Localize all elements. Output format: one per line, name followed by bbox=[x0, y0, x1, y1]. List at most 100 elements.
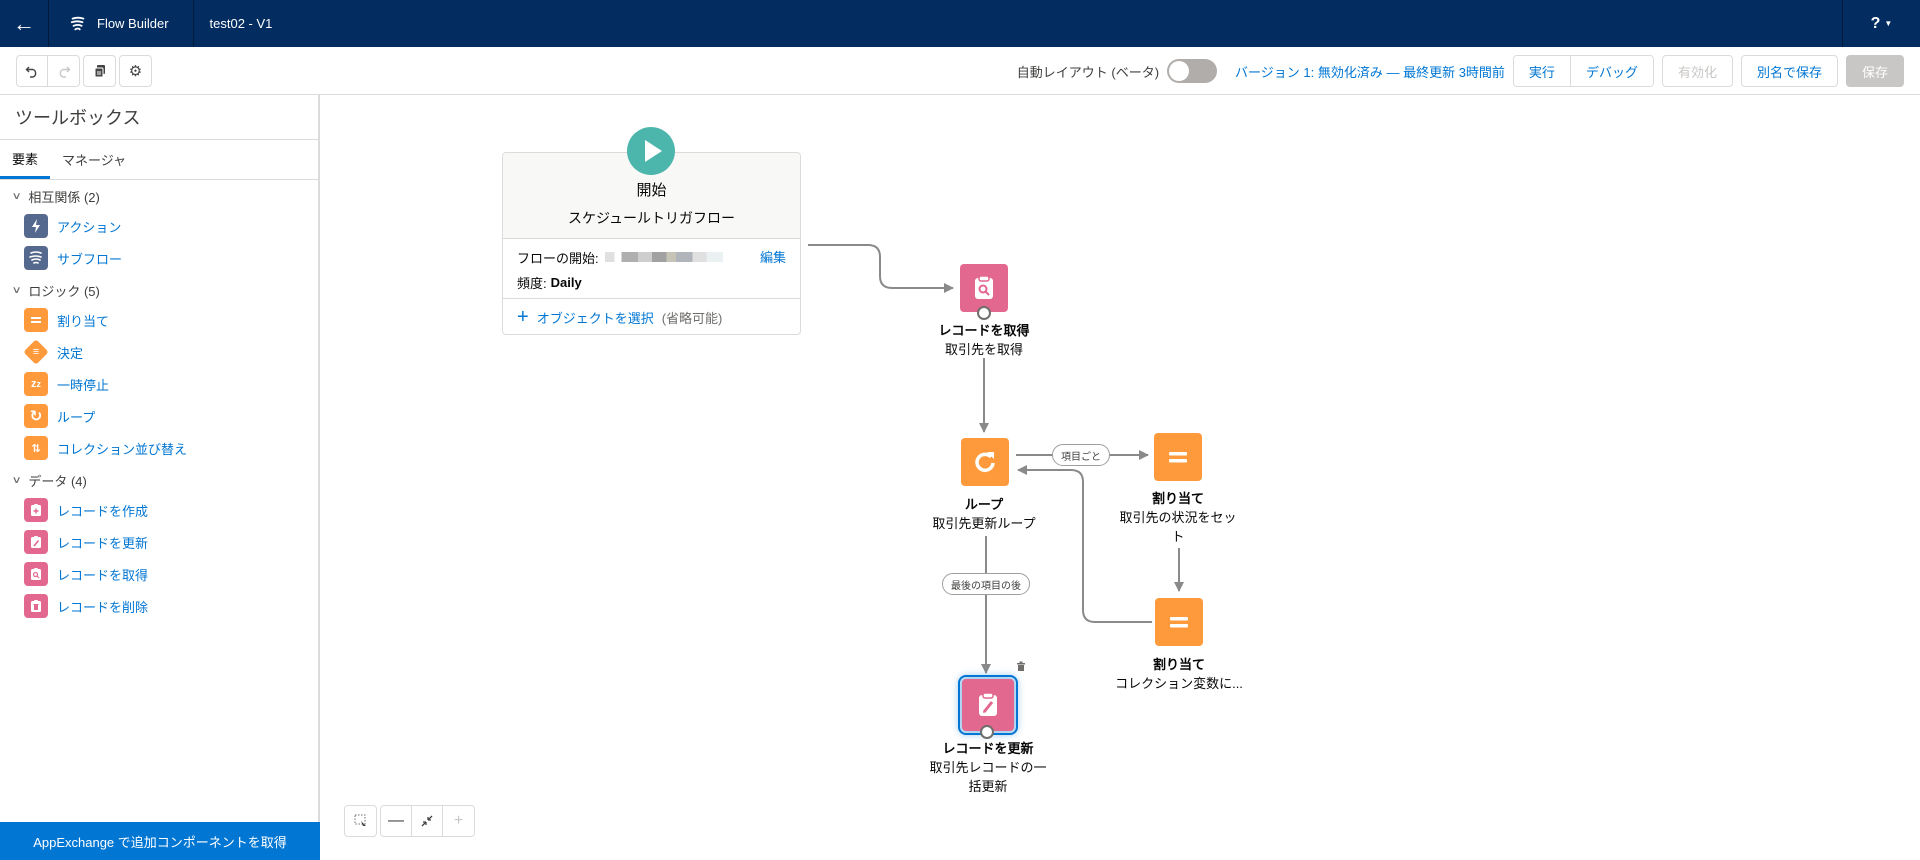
sort-icon: ⇅ bbox=[24, 436, 48, 460]
lightning-icon bbox=[24, 214, 48, 238]
section-label: ロジック (5) bbox=[28, 283, 100, 299]
sidebar-item-label: 割り当て bbox=[57, 313, 110, 329]
select-object-button[interactable]: + オブジェクトを選択 (省略可能) bbox=[503, 299, 800, 335]
copy-button[interactable] bbox=[84, 56, 115, 86]
connector-label-after-last[interactable]: 最後の項目の後 bbox=[942, 573, 1030, 595]
delete-node-icon[interactable] bbox=[1015, 660, 1027, 672]
optional-label: (省略可能) bbox=[661, 310, 723, 326]
help-menu-button[interactable]: ? ▼ bbox=[1842, 0, 1920, 47]
sidebar-item-create-records[interactable]: レコードを作成 bbox=[0, 494, 318, 526]
toolbar: ⚙ 自動レイアウト (ベータ) バージョン 1: 無効化済み — 最終更新 3時… bbox=[0, 47, 1920, 95]
fit-to-screen-button[interactable] bbox=[412, 806, 443, 836]
plus-icon: + bbox=[517, 306, 529, 328]
appexchange-button[interactable]: AppExchange で追加コンポーネントを取得 bbox=[0, 822, 320, 860]
toolbox-tabs: 要素 マネージャ bbox=[0, 140, 318, 180]
auto-layout-label: 自動レイアウト (ベータ) bbox=[1016, 64, 1160, 80]
app-header: ← Flow Builder test02 - V1 ? ▼ bbox=[0, 0, 1920, 47]
section-interaction[interactable]: ∨ 相互関係 (2) bbox=[0, 182, 318, 210]
sidebar-item-decision[interactable]: ≡ 決定 bbox=[0, 336, 318, 368]
node-assignment-2[interactable] bbox=[1155, 598, 1203, 646]
save-as-button[interactable]: 別名で保存 bbox=[1740, 55, 1838, 87]
node-connector-handle[interactable] bbox=[980, 725, 994, 739]
node-type: レコードを取得 bbox=[938, 323, 1030, 338]
section-logic[interactable]: ∨ ロジック (5) bbox=[0, 276, 318, 304]
minus-icon: — bbox=[388, 812, 404, 829]
node-update-records[interactable] bbox=[958, 675, 1018, 739]
record-delete-icon bbox=[24, 594, 48, 618]
undo-button[interactable] bbox=[17, 56, 48, 86]
start-subtitle: スケジュールトリガフロー bbox=[567, 210, 736, 226]
start-node[interactable]: 開始 スケジュールトリガフロー フローの開始: 編集 頻度: Daily + オ… bbox=[502, 152, 801, 335]
section-data[interactable]: ∨ データ (4) bbox=[0, 466, 318, 494]
node-get-records-label: レコードを取得 取引先を取得 bbox=[894, 321, 1074, 359]
start-title: 開始 bbox=[636, 182, 667, 199]
run-button[interactable]: 実行 bbox=[1513, 56, 1571, 86]
auto-layout-toggle[interactable] bbox=[1167, 59, 1218, 83]
tab-manager[interactable]: マネージャ bbox=[50, 140, 138, 179]
node-type: レコードを更新 bbox=[942, 741, 1034, 756]
sidebar-item-get-records[interactable]: レコードを取得 bbox=[0, 558, 318, 590]
node-assignment-1-label: 割り当て 取引先の状況をセット bbox=[1088, 489, 1268, 546]
sidebar-item-label: コレクション並び替え bbox=[57, 441, 188, 457]
flow-icon bbox=[70, 16, 85, 30]
undo-icon bbox=[25, 66, 37, 78]
redo-icon bbox=[59, 66, 70, 78]
sidebar-item-action[interactable]: アクション bbox=[0, 210, 318, 242]
play-icon bbox=[627, 127, 675, 175]
record-update-icon bbox=[24, 530, 48, 554]
sidebar-item-assignment[interactable]: 割り当て bbox=[0, 304, 318, 336]
sidebar-item-subflow[interactable]: サブフロー bbox=[0, 242, 318, 274]
sidebar-item-update-records[interactable]: レコードを更新 bbox=[0, 526, 318, 558]
section-label: データ (4) bbox=[28, 473, 87, 489]
subflow-icon bbox=[24, 246, 48, 270]
settings-button[interactable]: ⚙ bbox=[120, 56, 151, 86]
assignment-icon bbox=[24, 308, 48, 332]
node-loop-label: ループ 取引先更新ループ bbox=[894, 495, 1074, 533]
start-date-label: フローの開始: bbox=[517, 250, 599, 266]
node-connector-handle[interactable] bbox=[977, 306, 991, 320]
copy-icon bbox=[94, 65, 105, 78]
app-name-area: Flow Builder bbox=[49, 0, 194, 47]
sidebar-item-pause[interactable]: zz 一時停止 bbox=[0, 368, 318, 400]
frequency-value: Daily bbox=[550, 274, 582, 290]
arrow-left-icon: ← bbox=[13, 10, 35, 36]
tab-elements[interactable]: 要素 bbox=[0, 140, 51, 179]
assignment-icon bbox=[1169, 452, 1187, 463]
sidebar-item-collection-sort[interactable]: ⇅ コレクション並び替え bbox=[0, 432, 318, 464]
toolbox-panel: ツールボックス 要素 マネージャ ∨ 相互関係 (2) アクション サブフロー … bbox=[0, 95, 320, 860]
debug-button[interactable]: デバッグ bbox=[1570, 56, 1653, 86]
record-create-icon bbox=[24, 498, 48, 522]
marquee-select-button[interactable] bbox=[345, 806, 376, 836]
sidebar-item-label: レコードを更新 bbox=[57, 535, 149, 551]
sidebar-item-loop[interactable]: ↻ ループ bbox=[0, 400, 318, 432]
gear-icon: ⚙ bbox=[128, 63, 143, 80]
node-assignment-2-label: 割り当て コレクション変数に... bbox=[1089, 655, 1269, 693]
activate-button[interactable]: 有効化 bbox=[1661, 55, 1733, 87]
edit-schedule-link[interactable]: 編集 bbox=[760, 247, 786, 266]
save-button[interactable]: 保存 bbox=[1845, 55, 1904, 87]
node-label: 取引先更新ループ bbox=[932, 516, 1036, 531]
connector-label-for-each[interactable]: 項目ごと bbox=[1052, 444, 1110, 466]
select-object-label: オブジェクトを選択 bbox=[536, 310, 654, 326]
sidebar-item-label: 決定 bbox=[57, 345, 84, 361]
sidebar-item-label: アクション bbox=[57, 219, 122, 235]
section-label: 相互関係 (2) bbox=[28, 189, 100, 205]
zoom-out-button[interactable]: — bbox=[381, 806, 412, 836]
sidebar-item-label: レコードを取得 bbox=[57, 567, 149, 583]
redo-button[interactable] bbox=[48, 56, 79, 86]
copy-group bbox=[83, 55, 116, 87]
node-label: 取引先の状況をセット bbox=[1119, 510, 1237, 544]
record-lookup-icon bbox=[24, 562, 48, 586]
node-get-records[interactable] bbox=[960, 264, 1008, 320]
node-assignment-1[interactable] bbox=[1154, 433, 1202, 481]
back-button[interactable]: ← bbox=[0, 0, 49, 47]
node-type: ループ bbox=[964, 497, 1004, 512]
sidebar-item-label: サブフロー bbox=[57, 251, 123, 267]
record-update-icon bbox=[979, 692, 997, 716]
zoom-in-button[interactable]: + bbox=[443, 806, 474, 836]
sidebar-item-delete-records[interactable]: レコードを削除 bbox=[0, 590, 318, 622]
settings-group: ⚙ bbox=[119, 55, 152, 87]
start-date-redacted bbox=[604, 252, 723, 262]
run-debug-group: 実行 デバッグ bbox=[1512, 55, 1654, 87]
node-loop[interactable] bbox=[961, 438, 1009, 486]
